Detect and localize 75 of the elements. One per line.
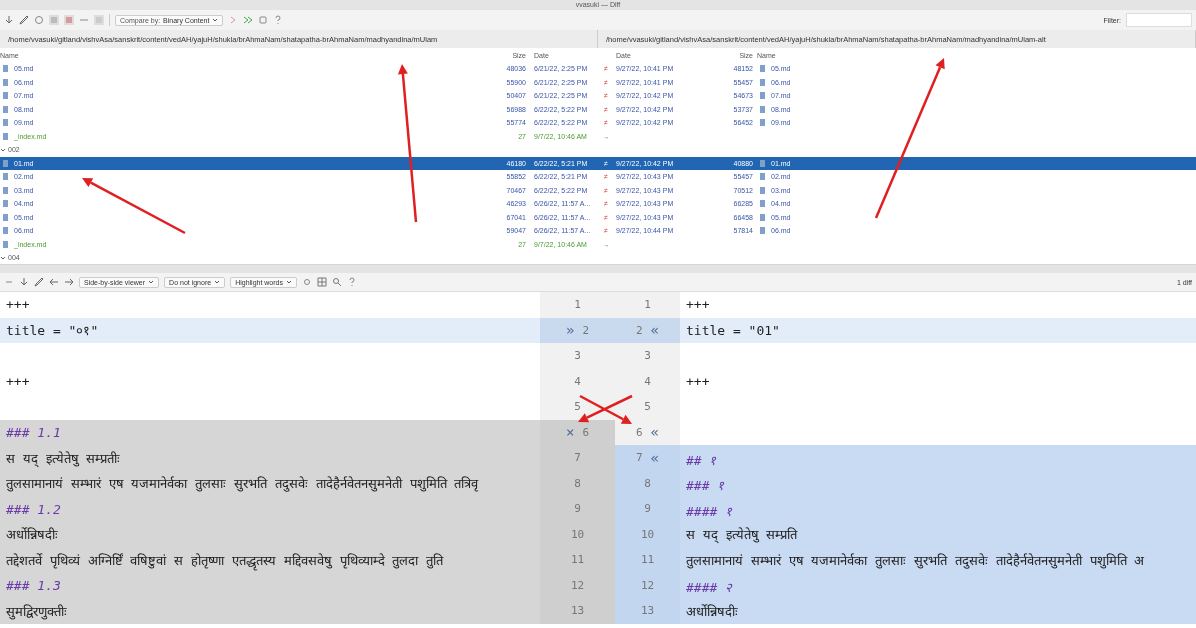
line-number: 4 [644,374,651,388]
caret-icon[interactable] [0,146,6,153]
back-arrow-icon[interactable] [49,277,59,287]
code-text: तद्देशतर्वे पृथिव्यं अग्निर्ष्टिं वषिष्टुवां स होतृष्णा एतद्धृतस्य मद्दिवसवेषु पृथिव्याम्दे तुलदा तुति [6,550,444,569]
edit-icon[interactable] [19,15,29,25]
caret-icon [214,279,221,285]
code-text: अर्धोन्निषदीः [6,526,58,544]
line-number: 1 [644,298,651,312]
code-text: #### २ [686,579,733,593]
copy-icon[interactable] [258,15,269,25]
code-text: सुमद्विरणुक्तीः [6,602,67,620]
apply-change-button[interactable]: « [650,449,660,466]
line-number: 7 [574,451,581,465]
line-number: 9 [574,502,581,516]
forward-arrow-icon[interactable] [64,277,74,287]
line-number: 12 [640,578,655,592]
code-text: title = "01" [686,322,780,338]
edit-icon[interactable] [34,277,44,287]
caret-icon [212,17,219,23]
code-text: ### 1.2 [6,501,61,516]
line-number: 13 [640,604,655,618]
line-number: 11 [570,553,585,567]
line-number: 10 [640,527,655,541]
help-icon[interactable] [273,15,284,25]
equal-filter-icon[interactable] [49,15,59,25]
code-text: +++ [686,373,710,389]
apply-change-button[interactable]: « [650,322,660,339]
caret-icon [148,279,155,285]
line-number: 10 [570,527,585,541]
code-text: स यद्‌ इत्येतेषु सम्प्रतीः [6,449,121,467]
search-icon[interactable] [332,277,342,287]
line-number: 2 [635,323,643,337]
code-text: +++ [6,373,30,389]
line-number: 7 [635,451,643,465]
apply-change-button[interactable]: » [565,322,575,339]
line-number: 6 [635,425,643,439]
caret-icon[interactable] [0,254,6,261]
line-number: 2 [582,323,590,337]
filter-field[interactable] [1126,13,1192,27]
code-text: अर्धोन्निषदीः [686,602,738,620]
line-number: 8 [574,476,581,490]
line-number: 1 [574,298,581,312]
code-text: ### 1.1 [6,425,61,440]
settings-icon[interactable] [302,277,312,287]
apply-change-button[interactable]: × [565,424,575,441]
code-text: +++ [6,297,30,313]
line-number: 8 [644,476,651,490]
line-number: 3 [574,349,581,363]
code-text: ### 1.3 [6,578,61,593]
code-text: तुलसामानायं सम्भारं एष यजमानेर्वका तुलसाः सुरभति तदुसवेः तादेहैर्नवेतनसुमनेती पशुमिति तत्रिवृ [6,475,479,493]
code-text: title = "०१" [6,322,99,340]
fast-forward-icon[interactable] [243,15,254,25]
code-text: +++ [686,297,710,313]
line-number: 3 [644,349,651,363]
line-number: 9 [644,502,651,516]
crossed-arrows-drawing [578,394,633,424]
code-text: तुलसामानायं सम्भारं एष यजमानेर्वका तुलसाः सुरभति तदुसवेः तादेहैर्नवेतनसुमनेती पशुमिति अ [686,551,1145,569]
sync-icon[interactable] [34,15,44,25]
line-number: 5 [644,400,651,414]
apply-change-button[interactable]: « [650,424,660,441]
caret-icon [286,279,292,285]
code-text: #### १ [686,502,733,516]
line-number: 11 [640,553,655,567]
code-text: स यद्‌ इत्येतेषु सम्प्रति [686,526,798,544]
code-text: ## १ [686,451,717,465]
line-number: 12 [570,578,585,592]
grid-icon[interactable] [317,277,327,287]
down-arrow-icon[interactable] [19,277,29,287]
line-number: 6 [582,425,590,439]
line-number: 4 [574,374,581,388]
diff-filter-icon[interactable] [64,15,74,25]
line-number: 13 [570,604,585,618]
line-number: 5 [574,400,581,414]
code-text: ### १ [686,477,725,491]
help-icon[interactable] [347,277,357,287]
